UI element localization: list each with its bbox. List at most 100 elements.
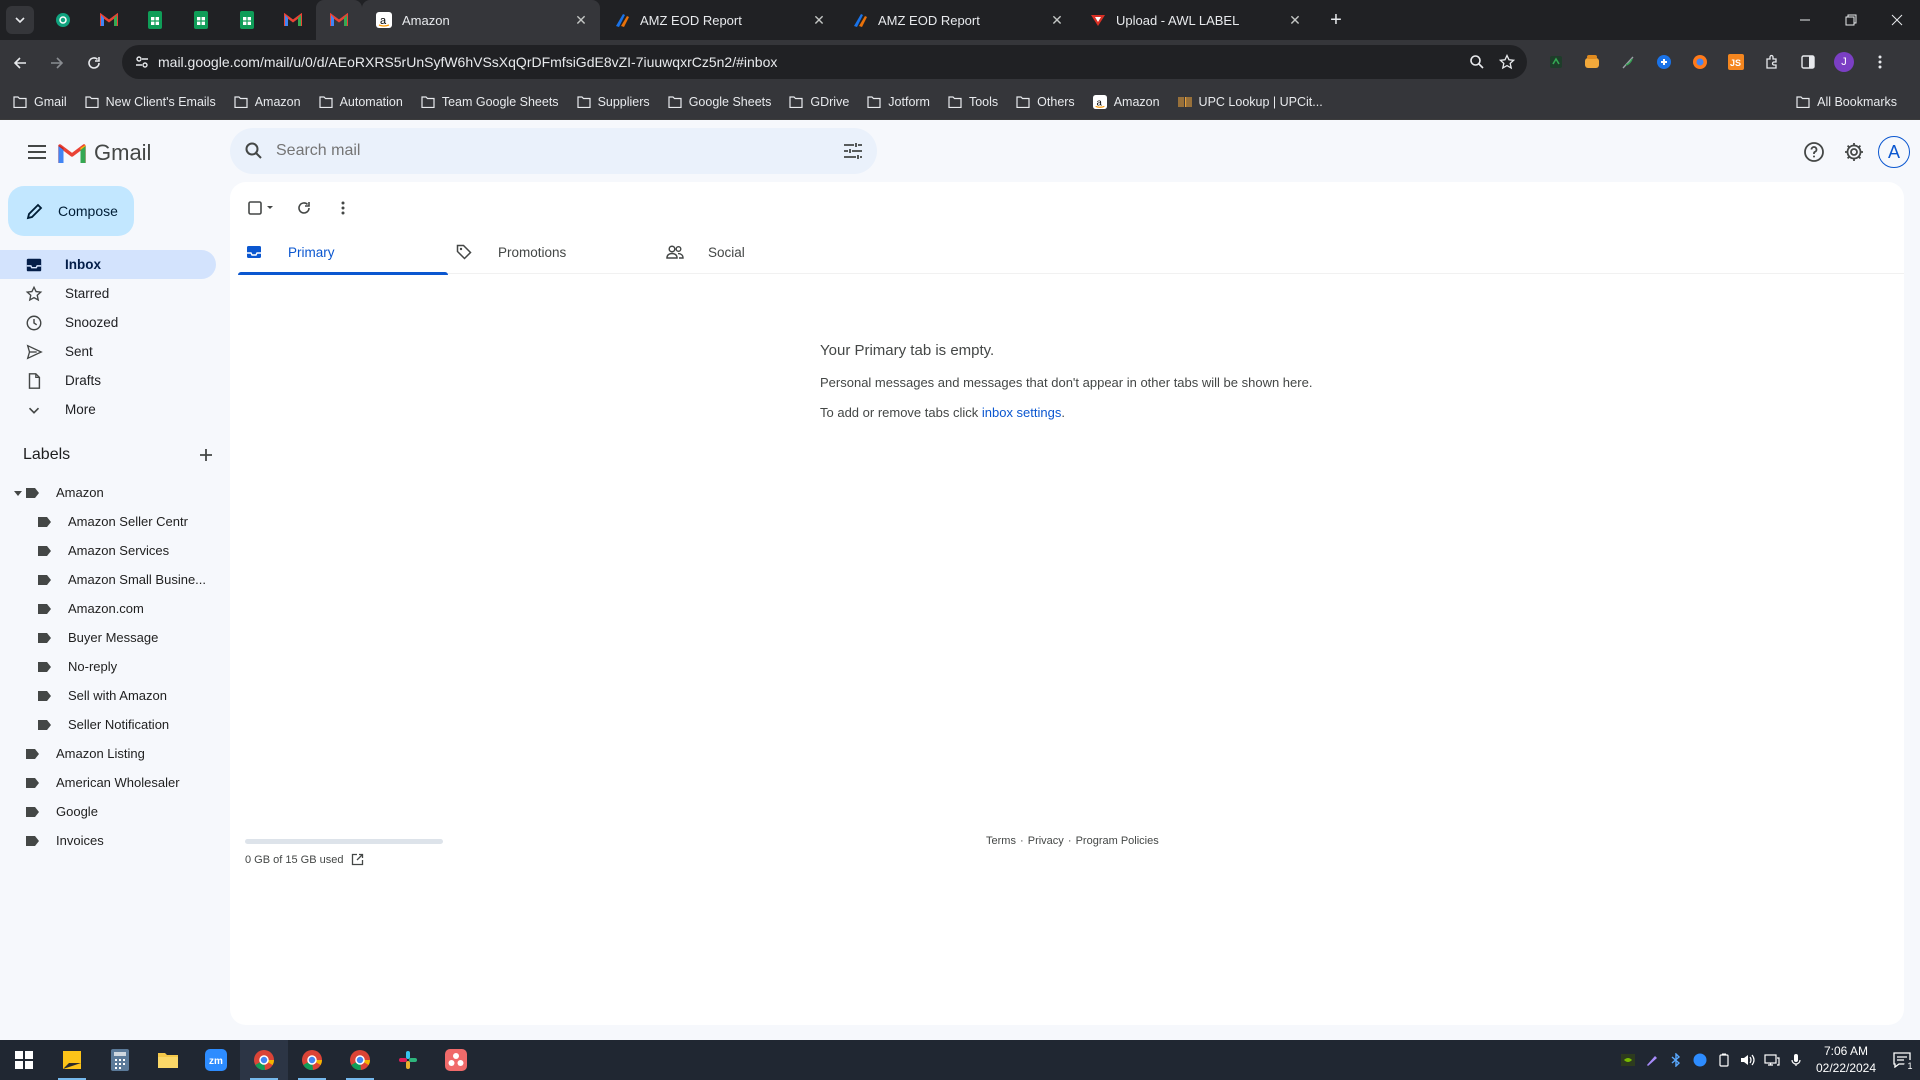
tray-microphone[interactable] xyxy=(1784,1040,1808,1080)
terms-link[interactable]: Terms xyxy=(986,835,1016,847)
back-button[interactable] xyxy=(3,46,37,80)
taskbar-chrome-3[interactable] xyxy=(336,1040,384,1080)
tray-network[interactable] xyxy=(1760,1040,1784,1080)
label-item-no-reply[interactable]: No-reply xyxy=(0,652,216,681)
close-window-button[interactable] xyxy=(1874,0,1920,40)
bookmark-tools[interactable]: Tools xyxy=(939,88,1007,116)
close-tab-icon[interactable]: ✕ xyxy=(810,11,828,29)
bookmark-upc-lookup-upcit[interactable]: UPC Lookup | UPCit... xyxy=(1169,88,1332,116)
support-button[interactable] xyxy=(1794,132,1834,172)
label-item-invoices[interactable]: Invoices xyxy=(0,826,216,855)
tray-device[interactable] xyxy=(1712,1040,1736,1080)
bookmark-new-client-s-emails[interactable]: New Client's Emails xyxy=(76,88,225,116)
address-bar[interactable]: mail.google.com/mail/u/0/d/AEoRXRS5rUnSy… xyxy=(122,45,1527,79)
privacy-link[interactable]: Privacy xyxy=(1028,835,1064,847)
label-item-buyer-message[interactable]: Buyer Message xyxy=(0,623,216,652)
extension-3-button[interactable] xyxy=(1610,45,1646,79)
label-item-amazon-listing[interactable]: Amazon Listing xyxy=(0,739,216,768)
zoom-icon[interactable] xyxy=(1469,54,1485,70)
extension-4-button[interactable] xyxy=(1646,45,1682,79)
label-item-sell-with-amazon[interactable]: Sell with Amazon xyxy=(0,681,216,710)
tray-nvidia[interactable] xyxy=(1616,1040,1640,1080)
main-menu-button[interactable] xyxy=(17,132,57,172)
pinned-tab-gmail-1[interactable] xyxy=(86,0,132,40)
extensions-menu-button[interactable] xyxy=(1754,45,1790,79)
bookmark-others[interactable]: Others xyxy=(1007,88,1084,116)
taskbar-chrome-1[interactable] xyxy=(240,1040,288,1080)
tab-search-button[interactable] xyxy=(6,6,34,34)
program-policies-link[interactable]: Program Policies xyxy=(1076,835,1159,847)
taskbar-clock[interactable]: 7:06 AM 02/22/2024 xyxy=(1808,1043,1884,1077)
search-options-icon[interactable] xyxy=(843,142,863,160)
tab-social[interactable]: Social xyxy=(658,230,868,274)
caret-down-icon[interactable] xyxy=(13,488,23,498)
start-button[interactable] xyxy=(0,1040,48,1080)
restore-button[interactable] xyxy=(1828,0,1874,40)
select-checkbox[interactable] xyxy=(244,190,280,226)
label-item-amazon[interactable]: Amazon xyxy=(0,478,216,507)
extension-1-button[interactable] xyxy=(1538,45,1574,79)
sidebar-item-snoozed[interactable]: Snoozed xyxy=(0,308,216,337)
taskbar-sticky-notes[interactable] xyxy=(48,1040,96,1080)
extension-5-button[interactable] xyxy=(1682,45,1718,79)
tray-volume[interactable] xyxy=(1736,1040,1760,1080)
bookmark-google-sheets[interactable]: Google Sheets xyxy=(659,88,781,116)
tray-bluetooth[interactable] xyxy=(1664,1040,1688,1080)
browser-menu-button[interactable] xyxy=(1862,45,1898,79)
bookmark-amazon[interactable]: Amazon xyxy=(225,88,310,116)
tab-primary[interactable]: Primary xyxy=(238,230,448,275)
tab-amazon[interactable]: a Amazon ✕ xyxy=(362,0,600,40)
bookmark-amazon[interactable]: a Amazon xyxy=(1084,88,1169,116)
account-button[interactable]: A xyxy=(1874,132,1914,172)
taskbar-chrome-2[interactable] xyxy=(288,1040,336,1080)
close-tab-icon[interactable]: ✕ xyxy=(1048,11,1066,29)
taskbar-calculator[interactable] xyxy=(96,1040,144,1080)
pinned-tab-sheets-2[interactable] xyxy=(178,0,224,40)
external-link-icon[interactable] xyxy=(351,853,364,866)
sidebar-item-sent[interactable]: Sent xyxy=(0,337,216,366)
reload-button[interactable] xyxy=(77,46,111,80)
compose-button[interactable]: Compose xyxy=(8,186,134,236)
bookmark-gdrive[interactable]: GDrive xyxy=(780,88,858,116)
forward-button[interactable] xyxy=(40,46,74,80)
tab-promotions[interactable]: Promotions xyxy=(448,230,658,274)
all-bookmarks-button[interactable]: All Bookmarks xyxy=(1787,88,1906,116)
label-item-seller-notification[interactable]: Seller Notification xyxy=(0,710,216,739)
pinned-tab-sheets-1[interactable] xyxy=(132,0,178,40)
pinned-tab-gmail-active[interactable] xyxy=(316,0,362,40)
profile-button[interactable]: J xyxy=(1826,45,1862,79)
tab-amz-eod-report-1[interactable]: AMZ EOD Report ✕ xyxy=(600,0,838,40)
pinned-tab-chatgpt[interactable] xyxy=(40,0,86,40)
bookmark-jotform[interactable]: Jotform xyxy=(858,88,939,116)
more-actions-button[interactable] xyxy=(328,190,358,226)
label-item-amazon-services[interactable]: Amazon Services xyxy=(0,536,216,565)
search-input[interactable] xyxy=(276,142,843,160)
taskbar-zoom[interactable]: zm xyxy=(192,1040,240,1080)
sidebar-item-more[interactable]: More xyxy=(0,395,216,424)
extension-2-button[interactable] xyxy=(1574,45,1610,79)
taskbar-file-explorer[interactable] xyxy=(144,1040,192,1080)
inbox-settings-link[interactable]: inbox settings xyxy=(982,405,1062,420)
close-tab-icon[interactable]: ✕ xyxy=(1286,11,1304,29)
star-icon[interactable] xyxy=(1499,54,1515,70)
label-item-amazon-seller-centr[interactable]: Amazon Seller Centr xyxy=(0,507,216,536)
extension-6-button[interactable]: JS xyxy=(1718,45,1754,79)
sidebar-item-starred[interactable]: Starred xyxy=(0,279,216,308)
gmail-logo[interactable]: Gmail xyxy=(58,140,151,166)
sidebar-item-inbox[interactable]: Inbox xyxy=(0,250,216,279)
notification-center-button[interactable]: 1 xyxy=(1884,1040,1920,1080)
refresh-button[interactable] xyxy=(286,190,322,226)
search-icon[interactable] xyxy=(244,141,264,161)
bookmark-suppliers[interactable]: Suppliers xyxy=(568,88,659,116)
settings-button[interactable] xyxy=(1834,132,1874,172)
label-item-google[interactable]: Google xyxy=(0,797,216,826)
taskbar-slack[interactable] xyxy=(384,1040,432,1080)
tray-pen[interactable] xyxy=(1640,1040,1664,1080)
new-tab-button[interactable]: + xyxy=(1322,6,1350,34)
pinned-tab-sheets-3[interactable] xyxy=(224,0,270,40)
add-label-icon[interactable] xyxy=(199,448,213,462)
minimize-button[interactable] xyxy=(1782,0,1828,40)
sidebar-item-drafts[interactable]: Drafts xyxy=(0,366,216,395)
tab-amz-eod-report-2[interactable]: AMZ EOD Report ✕ xyxy=(838,0,1076,40)
pinned-tab-gmail-2[interactable] xyxy=(270,0,316,40)
